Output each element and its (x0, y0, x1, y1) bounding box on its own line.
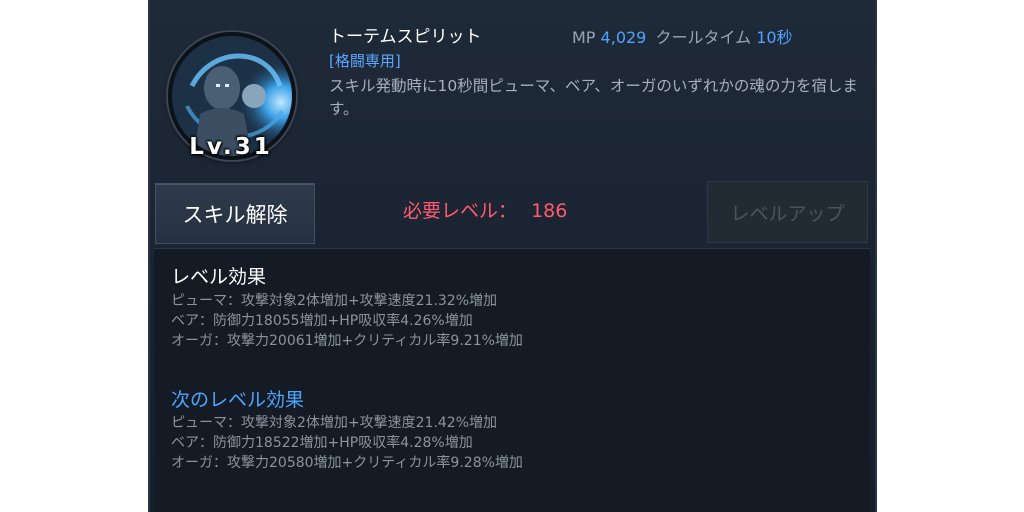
current-effects-title: レベル効果 (171, 266, 267, 288)
skill-name: トーテムスピリット (329, 27, 482, 47)
next-effects-list: ピューマ：攻撃対象2体増加+攻撃速度21.42%増加 ベア：防御力18522増加… (171, 413, 523, 473)
effect-line-ogre: オーガ：攻撃力20061増加+クリティカル率9.21%増加 (171, 333, 523, 349)
effect-line-puma: ピューマ：攻撃対象2体増加+攻撃速度21.32%増加 (171, 293, 498, 309)
level-up-button[interactable]: レベルアップ (707, 181, 868, 243)
skill-stats-row: MP 4,029 クールタイム 10秒 (572, 24, 793, 48)
panel-right-border (875, 0, 877, 512)
next-effect-line-puma: ピューマ：攻撃対象2体増加+攻撃速度21.42%増加 (171, 415, 498, 431)
skill-level-badge: Lv.31 (189, 134, 273, 160)
required-level-label: 必要レベル： (403, 200, 518, 222)
cooldown-label: クールタイム (655, 28, 752, 47)
skill-description: スキル発動時に10秒間ピューマ、ベア、オーガのいずれかの魂の力を宿します。 (329, 77, 858, 118)
effects-box: レベル効果 ピューマ：攻撃対象2体増加+攻撃速度21.32%増加 ベア：防御力1… (154, 248, 870, 512)
panel-left-border (148, 0, 150, 512)
next-effect-line-bear: ベア：防御力18522増加+HP吸収率4.28%増加 (171, 435, 473, 451)
skill-detail-panel: Lv.31 トーテムスピリット MP 4,029 クールタイム 10秒 [格闘専… (148, 0, 877, 512)
required-level: 必要レベル： 186 (403, 196, 567, 223)
next-effect-line-ogre: オーガ：攻撃力20580増加+クリティカル率9.28%増加 (171, 455, 523, 471)
current-effects-list: ピューマ：攻撃対象2体増加+攻撃速度21.32%増加 ベア：防御力18055増加… (171, 291, 523, 351)
next-effects-title: 次のレベル効果 (171, 389, 305, 411)
skill-weapon-tag: [格闘専用] (329, 52, 401, 70)
effect-line-bear: ベア：防御力18055増加+HP吸収率4.26%増加 (171, 313, 473, 329)
skill-icon-container: Lv.31 (164, 28, 298, 162)
release-skill-button[interactable]: スキル解除 (155, 183, 315, 244)
mp-label: MP (572, 28, 596, 47)
cooldown-value: 10秒 (756, 28, 793, 47)
mp-value: 4,029 (600, 28, 647, 47)
required-level-value: 186 (531, 200, 568, 222)
